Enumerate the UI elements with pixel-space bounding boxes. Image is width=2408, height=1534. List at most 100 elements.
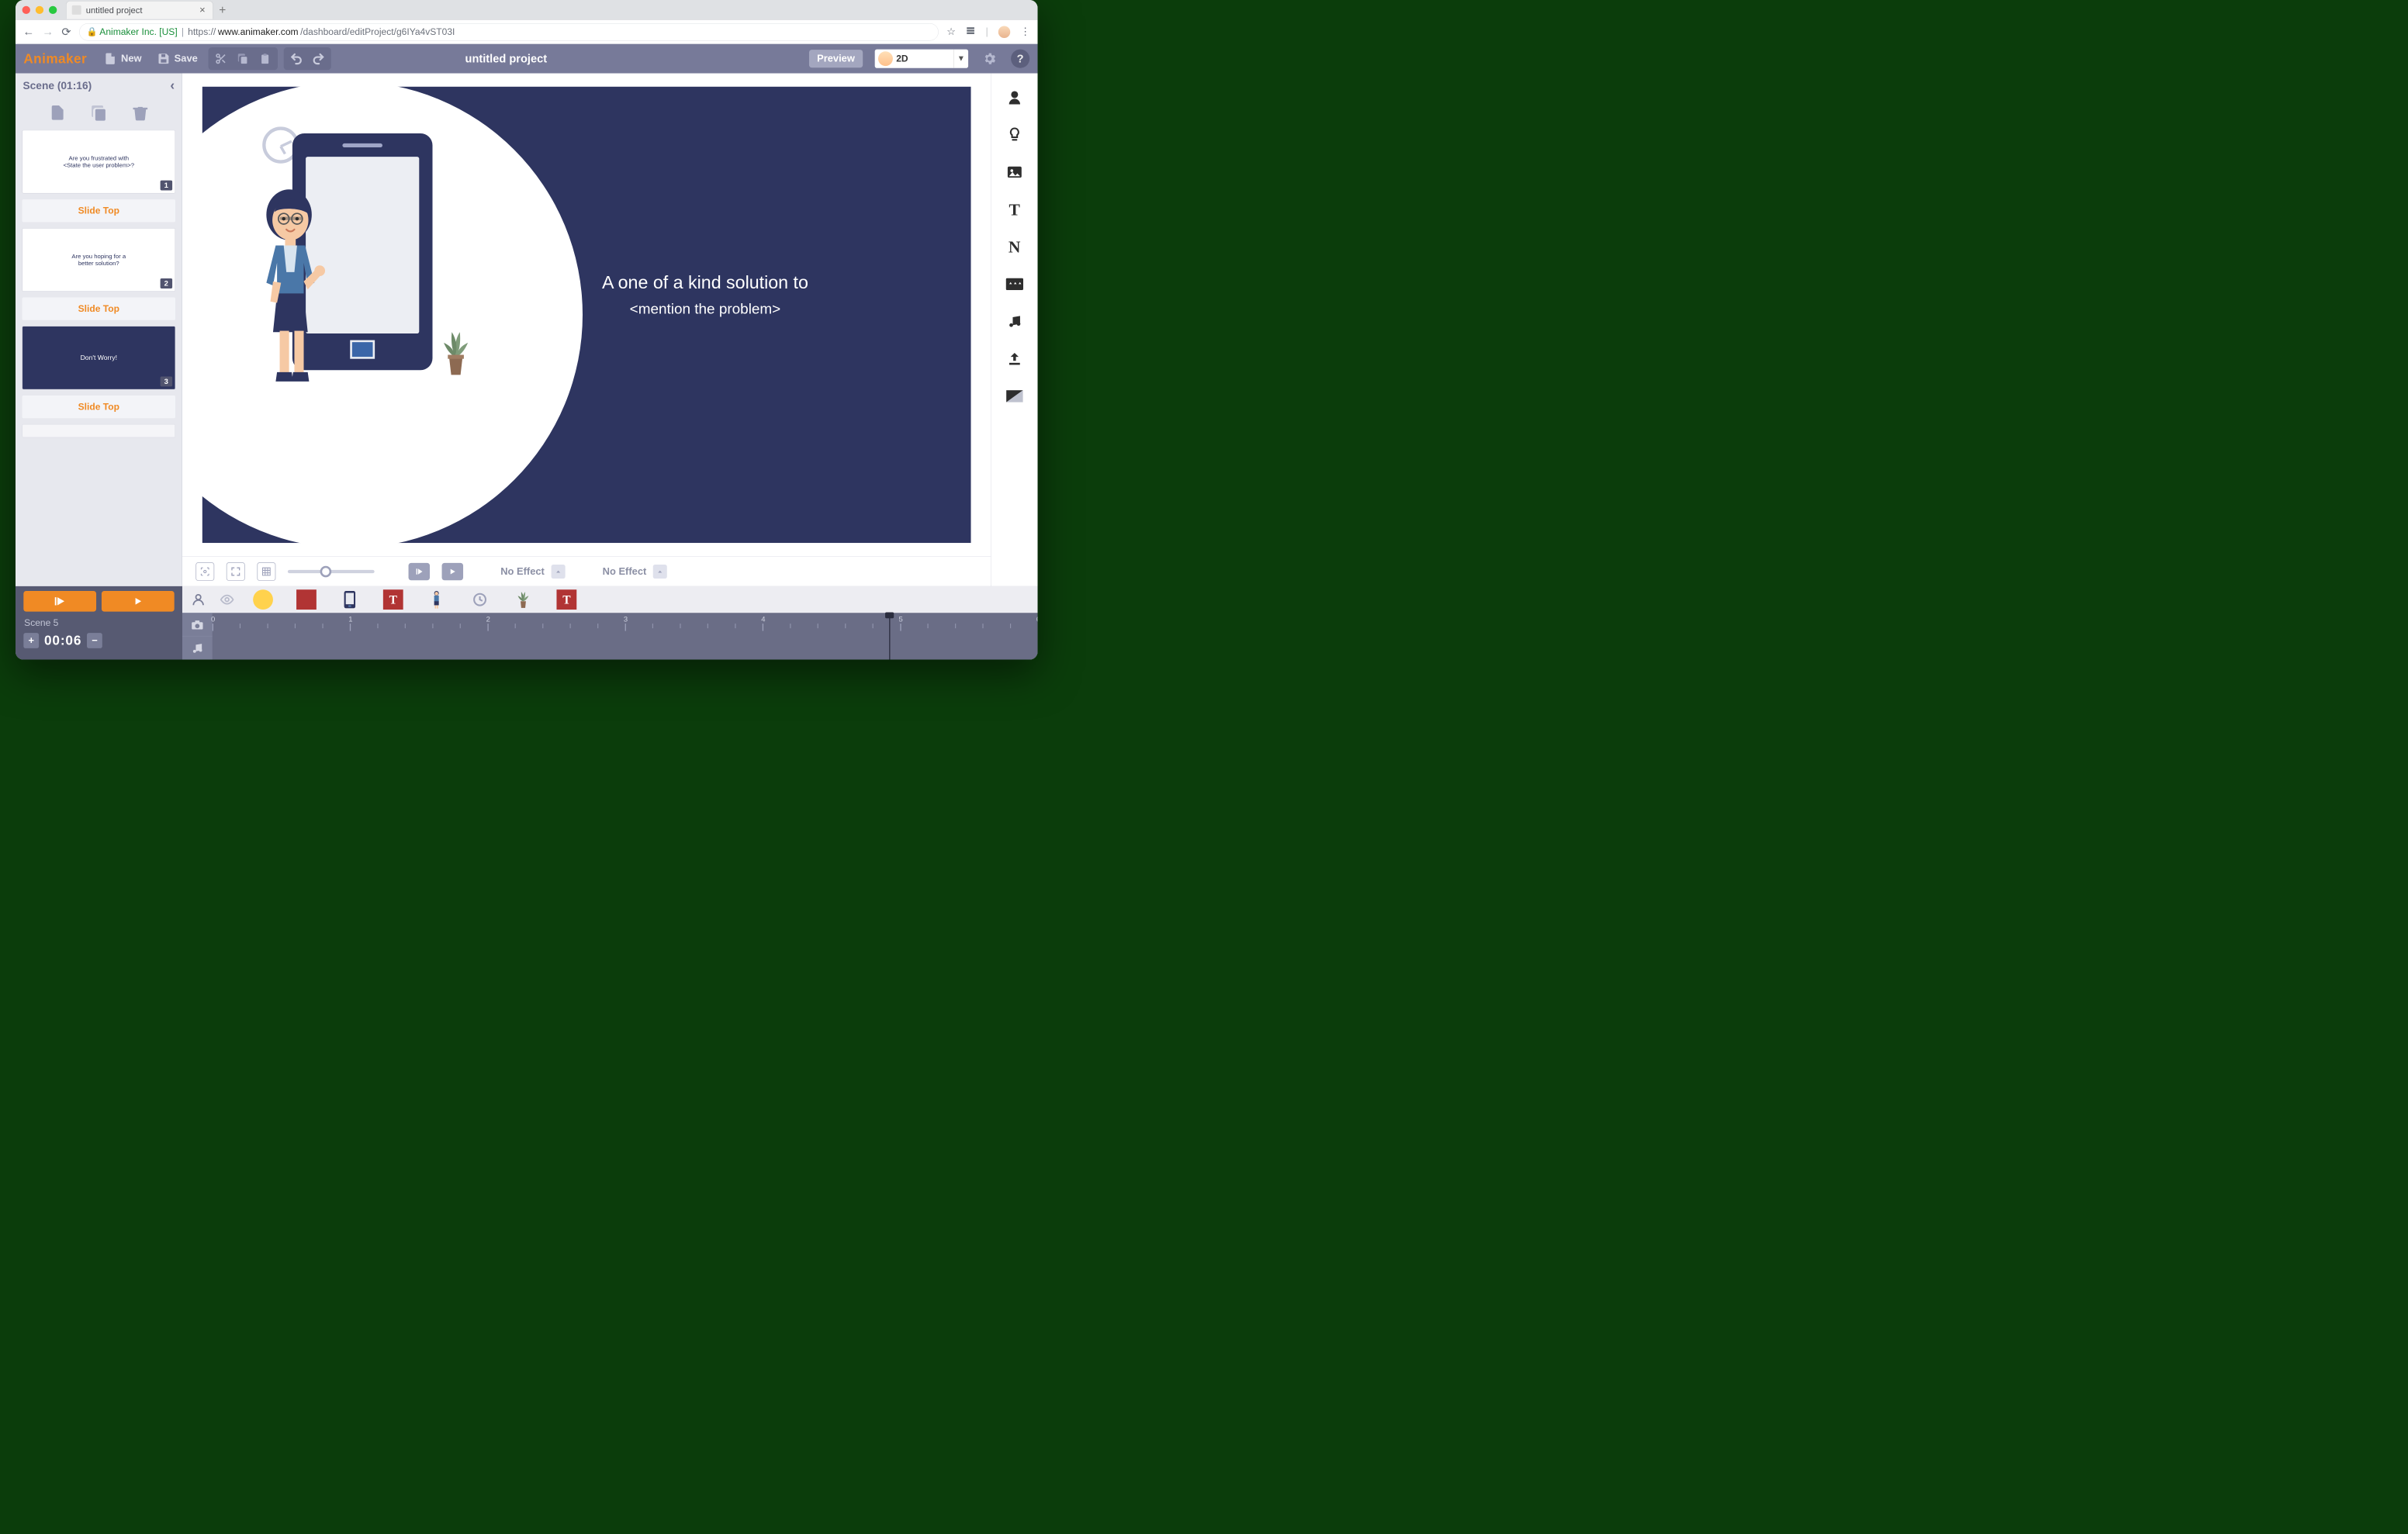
clipboard-group <box>209 47 278 70</box>
add-scene-icon[interactable] <box>47 102 68 124</box>
copy-icon[interactable] <box>234 50 252 68</box>
slider-knob[interactable] <box>320 565 332 577</box>
time-increment-button[interactable]: + <box>23 633 39 648</box>
character-prop[interactable] <box>242 180 342 395</box>
stage-column: A one of a kind solution to <mention the… <box>182 74 991 586</box>
scene-list[interactable]: Are you frustrated with <State the user … <box>16 130 182 586</box>
center-icon[interactable] <box>195 562 214 581</box>
slide-text[interactable]: A one of a kind solution to <mention the… <box>602 269 808 320</box>
character-tool-icon[interactable] <box>1004 87 1026 109</box>
maximize-window-icon[interactable] <box>49 6 57 14</box>
delete-scene-icon[interactable] <box>130 102 151 124</box>
nav-back-icon[interactable]: ← <box>22 26 34 39</box>
audio-track-icon[interactable] <box>182 636 213 659</box>
play-from-start-icon[interactable] <box>409 563 431 580</box>
nav-reload-icon[interactable]: ⟳ <box>61 25 71 38</box>
track-item-text-icon[interactable]: T <box>383 589 403 610</box>
plant-prop-icon[interactable] <box>436 320 476 380</box>
browser-menu-icon[interactable]: ⋮ <box>1020 26 1030 38</box>
timeline-tracks-header: T T <box>182 586 1038 613</box>
scene-thumb[interactable]: Don't Worry! 3 <box>22 326 175 390</box>
play-scene-button[interactable] <box>102 591 175 612</box>
duplicate-scene-icon[interactable] <box>88 102 110 124</box>
camera-track-icon[interactable] <box>182 613 213 636</box>
track-item-text-icon[interactable]: T <box>556 589 576 610</box>
cut-icon[interactable] <box>212 50 230 68</box>
play-scene-from-start-button[interactable] <box>23 591 96 612</box>
image-tool-icon[interactable] <box>1004 161 1026 183</box>
track-item-rect-icon[interactable] <box>296 589 317 610</box>
timeline-main: T T 0123456 <box>182 586 1038 660</box>
star-icon[interactable]: ☆ <box>946 26 956 38</box>
help-button[interactable]: ? <box>1011 50 1029 68</box>
grid-icon[interactable] <box>257 562 275 581</box>
profile-avatar-icon[interactable] <box>998 26 1010 37</box>
new-button[interactable]: New <box>99 50 147 68</box>
url-field[interactable]: 🔒 Animaker Inc. [US] | https://www.anima… <box>79 23 939 40</box>
background-tool-icon[interactable] <box>1004 385 1026 407</box>
tab-close-icon[interactable]: × <box>199 5 206 16</box>
track-items: T T <box>253 589 576 610</box>
effect-in-button[interactable] <box>551 565 565 579</box>
text-tool-icon[interactable]: T <box>1004 199 1026 220</box>
props-tool-icon[interactable] <box>1004 124 1026 146</box>
track-item-circle-icon[interactable] <box>253 589 273 610</box>
transition-button[interactable]: Slide Top <box>22 298 175 320</box>
paste-icon[interactable] <box>256 50 275 68</box>
playhead[interactable] <box>889 613 890 659</box>
effect-out: No Effect <box>603 565 667 579</box>
mode-select[interactable]: 2D ▼ <box>875 50 968 68</box>
ruler-number: 4 <box>761 615 765 624</box>
track-item-plant-icon[interactable] <box>514 589 534 610</box>
slide-canvas[interactable]: A one of a kind solution to <mention the… <box>202 87 971 543</box>
mode-label: 2D <box>896 54 953 64</box>
url-org: Animaker Inc. [US] <box>99 26 177 37</box>
redo-icon[interactable] <box>309 50 327 68</box>
save-button[interactable]: Save <box>152 50 202 68</box>
timeline-controls: Scene 5 + 00:06 − <box>16 586 182 660</box>
minimize-window-icon[interactable] <box>36 6 43 14</box>
fullscreen-icon[interactable] <box>227 562 245 581</box>
app-logo[interactable]: Animaker <box>23 51 87 66</box>
ruler-ticks[interactable]: 0123456 <box>213 613 1038 659</box>
collapse-panel-icon[interactable]: ‹ <box>170 78 175 92</box>
transition-button[interactable]: Slide Top <box>22 396 175 418</box>
upload-tool-icon[interactable] <box>1004 348 1026 370</box>
zoom-slider[interactable] <box>288 570 375 573</box>
ruler-number: 5 <box>898 615 902 624</box>
browser-tab[interactable]: untitled project × <box>66 1 213 19</box>
scene-thumb[interactable] <box>22 424 175 437</box>
transition-button[interactable]: Slide Top <box>22 199 175 222</box>
scene-thumb[interactable]: Are you hoping for a better solution? 2 <box>22 228 175 292</box>
ruler-number: 0 <box>211 615 215 624</box>
nav-forward-icon[interactable]: → <box>42 26 54 39</box>
tab-title: untitled project <box>86 5 143 15</box>
track-visibility-icon[interactable] <box>214 589 240 610</box>
url-prefix: https:// <box>188 26 216 37</box>
settings-button[interactable] <box>981 50 999 68</box>
track-item-character-icon[interactable] <box>427 589 447 610</box>
music-tool-icon[interactable] <box>1004 311 1026 333</box>
scene-thumb[interactable]: Are you frustrated with <State the user … <box>22 130 175 194</box>
preview-button[interactable]: Preview <box>809 50 863 67</box>
mode-avatar-icon <box>878 51 893 66</box>
timeline-ruler[interactable]: 0123456 <box>182 613 1038 659</box>
right-toolbar: T N <box>991 74 1037 586</box>
effect-out-button[interactable] <box>653 565 667 579</box>
project-title[interactable]: untitled project <box>465 52 548 65</box>
history-group <box>284 47 331 70</box>
stage[interactable]: A one of a kind solution to <mention the… <box>182 74 991 557</box>
scene-number: 2 <box>161 278 173 288</box>
close-window-icon[interactable] <box>22 6 30 14</box>
extension-icon[interactable] <box>966 26 976 38</box>
track-item-clock-icon[interactable] <box>470 589 490 610</box>
play-icon[interactable] <box>442 563 464 580</box>
effects-tool-icon[interactable] <box>1004 274 1026 295</box>
track-character-icon[interactable] <box>185 589 211 610</box>
track-item-phone-icon[interactable] <box>340 589 360 610</box>
time-decrement-button[interactable]: − <box>87 633 102 648</box>
new-tab-button[interactable]: + <box>219 3 226 17</box>
number-tool-icon[interactable]: N <box>1004 236 1026 257</box>
undo-icon[interactable] <box>287 50 306 68</box>
browser-window: untitled project × + ← → ⟳ 🔒 Animaker In… <box>16 0 1038 660</box>
